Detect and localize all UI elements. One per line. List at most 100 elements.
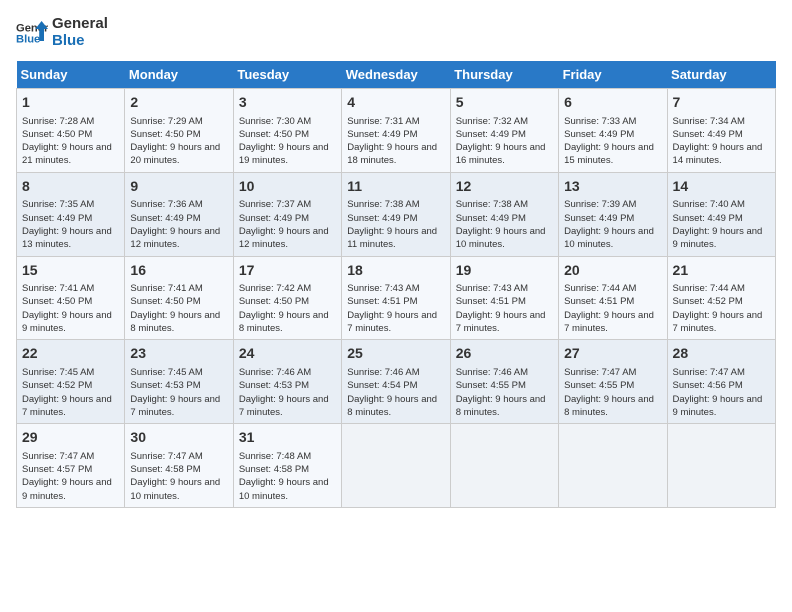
day-number: 19 xyxy=(456,261,553,281)
day-info: Sunrise: 7:47 AM Sunset: 4:55 PM Dayligh… xyxy=(564,366,661,419)
calendar-cell: 17 Sunrise: 7:42 AM Sunset: 4:50 PM Dayl… xyxy=(233,256,341,340)
day-number: 31 xyxy=(239,428,336,448)
calendar-cell: 23 Sunrise: 7:45 AM Sunset: 4:53 PM Dayl… xyxy=(125,340,233,424)
day-number: 13 xyxy=(564,177,661,197)
day-number: 9 xyxy=(130,177,227,197)
calendar-cell: 7 Sunrise: 7:34 AM Sunset: 4:49 PM Dayli… xyxy=(667,89,775,173)
calendar-cell: 1 Sunrise: 7:28 AM Sunset: 4:50 PM Dayli… xyxy=(17,89,125,173)
calendar-cell xyxy=(342,424,450,508)
calendar-cell: 4 Sunrise: 7:31 AM Sunset: 4:49 PM Dayli… xyxy=(342,89,450,173)
day-number: 20 xyxy=(564,261,661,281)
day-number: 6 xyxy=(564,93,661,113)
col-header-sunday: Sunday xyxy=(17,61,125,89)
day-info: Sunrise: 7:43 AM Sunset: 4:51 PM Dayligh… xyxy=(347,282,444,335)
day-number: 7 xyxy=(673,93,770,113)
calendar-cell xyxy=(667,424,775,508)
calendar-cell: 25 Sunrise: 7:46 AM Sunset: 4:54 PM Dayl… xyxy=(342,340,450,424)
day-number: 28 xyxy=(673,344,770,364)
day-info: Sunrise: 7:41 AM Sunset: 4:50 PM Dayligh… xyxy=(22,282,119,335)
day-info: Sunrise: 7:48 AM Sunset: 4:58 PM Dayligh… xyxy=(239,450,336,503)
day-info: Sunrise: 7:34 AM Sunset: 4:49 PM Dayligh… xyxy=(673,115,770,168)
day-info: Sunrise: 7:38 AM Sunset: 4:49 PM Dayligh… xyxy=(347,198,444,251)
calendar-cell: 18 Sunrise: 7:43 AM Sunset: 4:51 PM Dayl… xyxy=(342,256,450,340)
day-number: 3 xyxy=(239,93,336,113)
calendar-cell: 29 Sunrise: 7:47 AM Sunset: 4:57 PM Dayl… xyxy=(17,424,125,508)
calendar-week-4: 22 Sunrise: 7:45 AM Sunset: 4:52 PM Dayl… xyxy=(17,340,776,424)
day-number: 14 xyxy=(673,177,770,197)
day-number: 18 xyxy=(347,261,444,281)
calendar-cell: 24 Sunrise: 7:46 AM Sunset: 4:53 PM Dayl… xyxy=(233,340,341,424)
calendar-cell: 10 Sunrise: 7:37 AM Sunset: 4:49 PM Dayl… xyxy=(233,172,341,256)
col-header-friday: Friday xyxy=(559,61,667,89)
calendar-cell: 26 Sunrise: 7:46 AM Sunset: 4:55 PM Dayl… xyxy=(450,340,558,424)
day-info: Sunrise: 7:42 AM Sunset: 4:50 PM Dayligh… xyxy=(239,282,336,335)
calendar-cell: 16 Sunrise: 7:41 AM Sunset: 4:50 PM Dayl… xyxy=(125,256,233,340)
calendar-cell: 22 Sunrise: 7:45 AM Sunset: 4:52 PM Dayl… xyxy=(17,340,125,424)
day-info: Sunrise: 7:46 AM Sunset: 4:55 PM Dayligh… xyxy=(456,366,553,419)
col-header-wednesday: Wednesday xyxy=(342,61,450,89)
day-number: 29 xyxy=(22,428,119,448)
calendar-cell: 12 Sunrise: 7:38 AM Sunset: 4:49 PM Dayl… xyxy=(450,172,558,256)
day-number: 1 xyxy=(22,93,119,113)
day-info: Sunrise: 7:32 AM Sunset: 4:49 PM Dayligh… xyxy=(456,115,553,168)
day-info: Sunrise: 7:45 AM Sunset: 4:53 PM Dayligh… xyxy=(130,366,227,419)
calendar-cell: 30 Sunrise: 7:47 AM Sunset: 4:58 PM Dayl… xyxy=(125,424,233,508)
col-header-thursday: Thursday xyxy=(450,61,558,89)
calendar-cell: 27 Sunrise: 7:47 AM Sunset: 4:55 PM Dayl… xyxy=(559,340,667,424)
day-info: Sunrise: 7:44 AM Sunset: 4:52 PM Dayligh… xyxy=(673,282,770,335)
day-number: 24 xyxy=(239,344,336,364)
day-info: Sunrise: 7:47 AM Sunset: 4:56 PM Dayligh… xyxy=(673,366,770,419)
calendar-cell: 28 Sunrise: 7:47 AM Sunset: 4:56 PM Dayl… xyxy=(667,340,775,424)
day-info: Sunrise: 7:35 AM Sunset: 4:49 PM Dayligh… xyxy=(22,198,119,251)
calendar-table: SundayMondayTuesdayWednesdayThursdayFrid… xyxy=(16,61,776,508)
day-number: 17 xyxy=(239,261,336,281)
logo-general: General xyxy=(52,16,108,33)
day-info: Sunrise: 7:30 AM Sunset: 4:50 PM Dayligh… xyxy=(239,115,336,168)
calendar-cell xyxy=(450,424,558,508)
day-info: Sunrise: 7:37 AM Sunset: 4:49 PM Dayligh… xyxy=(239,198,336,251)
day-info: Sunrise: 7:31 AM Sunset: 4:49 PM Dayligh… xyxy=(347,115,444,168)
day-info: Sunrise: 7:47 AM Sunset: 4:58 PM Dayligh… xyxy=(130,450,227,503)
day-number: 27 xyxy=(564,344,661,364)
calendar-cell: 8 Sunrise: 7:35 AM Sunset: 4:49 PM Dayli… xyxy=(17,172,125,256)
day-info: Sunrise: 7:46 AM Sunset: 4:54 PM Dayligh… xyxy=(347,366,444,419)
day-number: 11 xyxy=(347,177,444,197)
calendar-week-5: 29 Sunrise: 7:47 AM Sunset: 4:57 PM Dayl… xyxy=(17,424,776,508)
day-info: Sunrise: 7:36 AM Sunset: 4:49 PM Dayligh… xyxy=(130,198,227,251)
col-header-monday: Monday xyxy=(125,61,233,89)
logo: General Blue General Blue xyxy=(16,16,108,49)
day-info: Sunrise: 7:44 AM Sunset: 4:51 PM Dayligh… xyxy=(564,282,661,335)
day-number: 15 xyxy=(22,261,119,281)
day-number: 25 xyxy=(347,344,444,364)
day-number: 4 xyxy=(347,93,444,113)
calendar-cell: 2 Sunrise: 7:29 AM Sunset: 4:50 PM Dayli… xyxy=(125,89,233,173)
calendar-cell: 14 Sunrise: 7:40 AM Sunset: 4:49 PM Dayl… xyxy=(667,172,775,256)
day-number: 21 xyxy=(673,261,770,281)
day-number: 2 xyxy=(130,93,227,113)
calendar-week-2: 8 Sunrise: 7:35 AM Sunset: 4:49 PM Dayli… xyxy=(17,172,776,256)
calendar-cell: 21 Sunrise: 7:44 AM Sunset: 4:52 PM Dayl… xyxy=(667,256,775,340)
day-info: Sunrise: 7:47 AM Sunset: 4:57 PM Dayligh… xyxy=(22,450,119,503)
day-number: 8 xyxy=(22,177,119,197)
day-number: 12 xyxy=(456,177,553,197)
calendar-cell: 13 Sunrise: 7:39 AM Sunset: 4:49 PM Dayl… xyxy=(559,172,667,256)
day-number: 23 xyxy=(130,344,227,364)
day-number: 5 xyxy=(456,93,553,113)
logo-icon: General Blue xyxy=(16,17,48,49)
day-info: Sunrise: 7:41 AM Sunset: 4:50 PM Dayligh… xyxy=(130,282,227,335)
calendar-cell: 6 Sunrise: 7:33 AM Sunset: 4:49 PM Dayli… xyxy=(559,89,667,173)
calendar-cell: 9 Sunrise: 7:36 AM Sunset: 4:49 PM Dayli… xyxy=(125,172,233,256)
calendar-cell: 20 Sunrise: 7:44 AM Sunset: 4:51 PM Dayl… xyxy=(559,256,667,340)
day-info: Sunrise: 7:29 AM Sunset: 4:50 PM Dayligh… xyxy=(130,115,227,168)
day-number: 22 xyxy=(22,344,119,364)
day-info: Sunrise: 7:38 AM Sunset: 4:49 PM Dayligh… xyxy=(456,198,553,251)
calendar-week-1: 1 Sunrise: 7:28 AM Sunset: 4:50 PM Dayli… xyxy=(17,89,776,173)
calendar-cell: 3 Sunrise: 7:30 AM Sunset: 4:50 PM Dayli… xyxy=(233,89,341,173)
day-number: 26 xyxy=(456,344,553,364)
calendar-cell: 15 Sunrise: 7:41 AM Sunset: 4:50 PM Dayl… xyxy=(17,256,125,340)
day-info: Sunrise: 7:43 AM Sunset: 4:51 PM Dayligh… xyxy=(456,282,553,335)
calendar-cell: 11 Sunrise: 7:38 AM Sunset: 4:49 PM Dayl… xyxy=(342,172,450,256)
calendar-week-3: 15 Sunrise: 7:41 AM Sunset: 4:50 PM Dayl… xyxy=(17,256,776,340)
logo-blue: Blue xyxy=(52,33,108,50)
page-header: General Blue General Blue xyxy=(16,16,776,49)
